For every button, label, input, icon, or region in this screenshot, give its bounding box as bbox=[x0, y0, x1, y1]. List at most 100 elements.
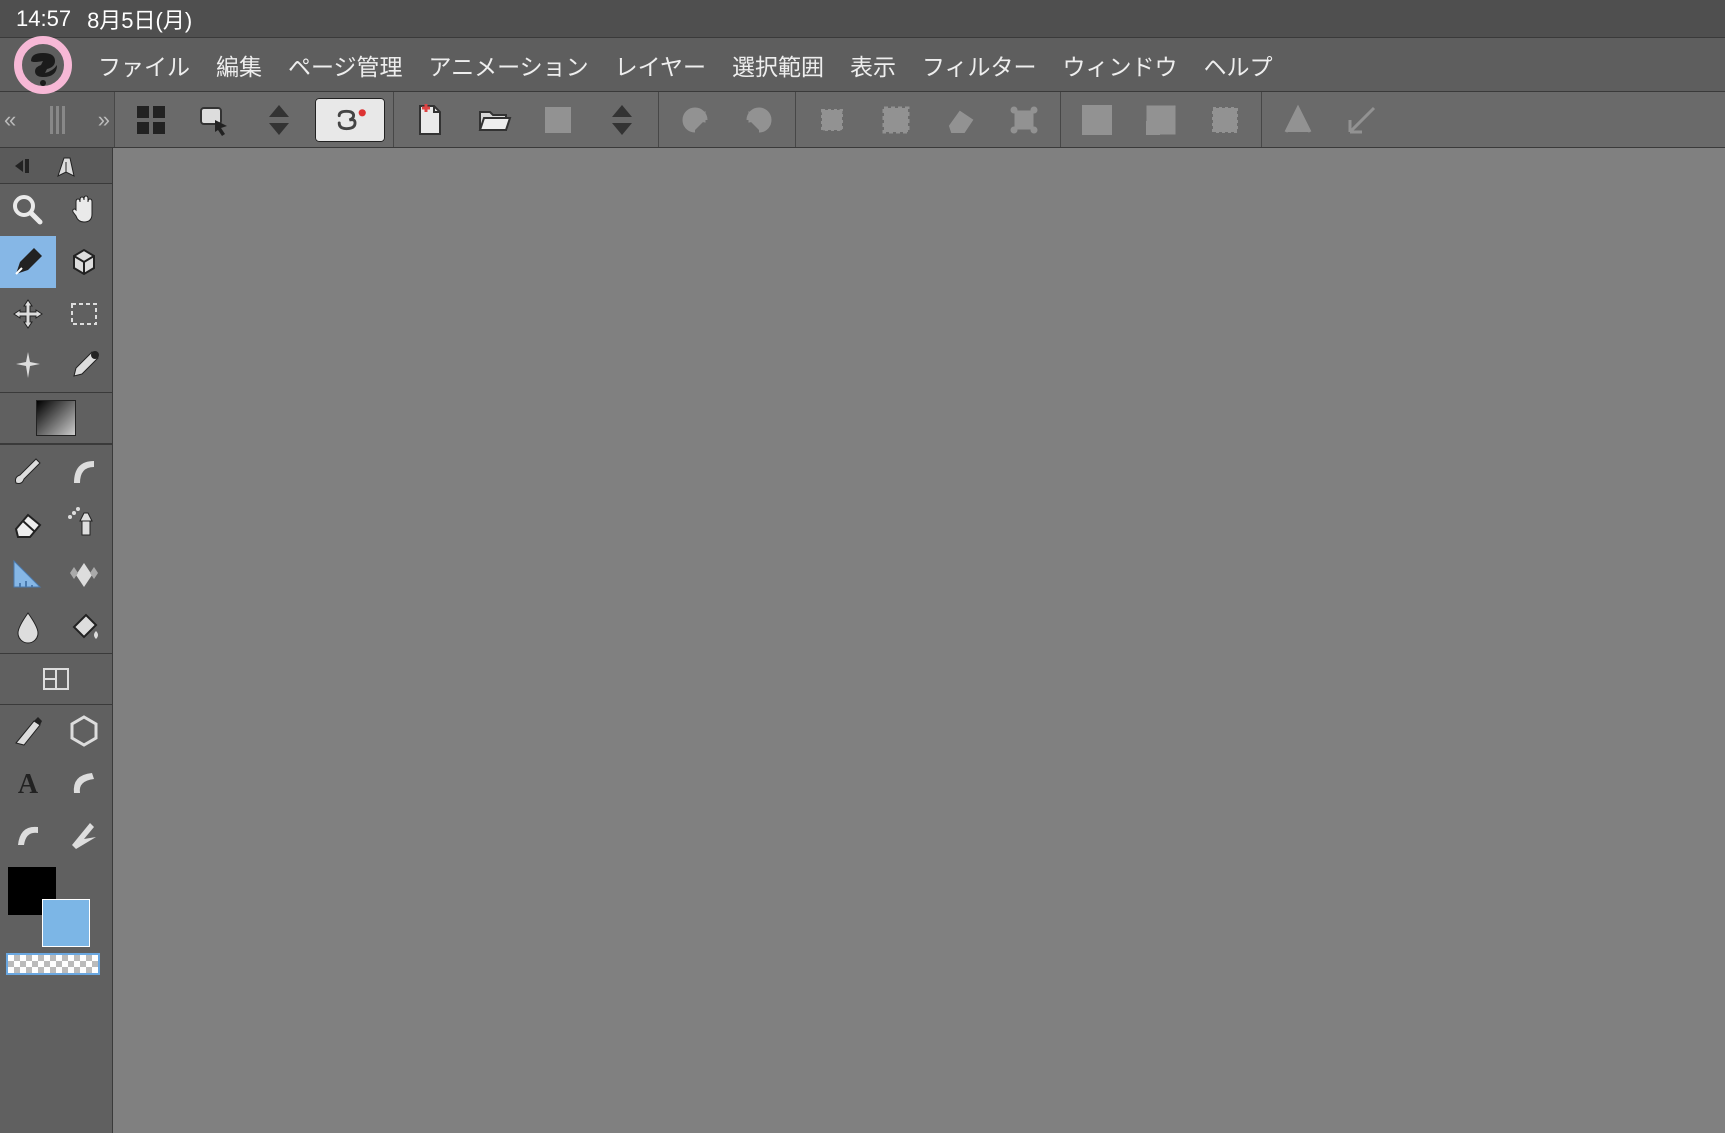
select-all-icon bbox=[878, 102, 914, 138]
eraser-tool[interactable] bbox=[0, 497, 56, 549]
cube-icon bbox=[66, 244, 102, 280]
clip-logo-rec-icon bbox=[332, 102, 368, 138]
transparent-color-swatch[interactable] bbox=[6, 953, 100, 975]
curve2-icon bbox=[10, 817, 46, 853]
frame-tool[interactable] bbox=[0, 653, 112, 705]
gradient-tool[interactable] bbox=[0, 392, 112, 444]
shape-tool[interactable] bbox=[56, 705, 112, 757]
clear-selection-button[interactable] bbox=[932, 98, 988, 142]
magic-wand-tool[interactable] bbox=[0, 340, 56, 392]
cmd-group-transform bbox=[1061, 92, 1262, 147]
clear-icon bbox=[942, 102, 978, 138]
menu-animation[interactable]: アニメーション bbox=[429, 48, 589, 82]
text-tool[interactable]: A bbox=[0, 757, 56, 809]
tool-grid-paint bbox=[0, 444, 112, 653]
hexagon-icon bbox=[66, 713, 102, 749]
ruler-tool[interactable] bbox=[0, 549, 56, 601]
eraser-icon bbox=[10, 505, 46, 541]
tool-grid-shape: A bbox=[0, 705, 112, 861]
fit-selection-button[interactable] bbox=[996, 98, 1052, 142]
open-folder-icon bbox=[476, 102, 512, 138]
pen-nib-icon bbox=[52, 152, 84, 180]
menu-window[interactable]: ウィンドウ bbox=[1063, 48, 1178, 82]
brush-tool[interactable] bbox=[0, 445, 56, 497]
menu-bar: ファイル 編集 ページ管理 アニメーション レイヤー 選択範囲 表示 フィルター… bbox=[0, 38, 1725, 92]
deselect-button[interactable] bbox=[804, 98, 860, 142]
hand-tool[interactable] bbox=[56, 184, 112, 236]
curve-icon bbox=[66, 453, 102, 489]
undo-icon bbox=[677, 102, 713, 138]
fit-icon bbox=[1006, 102, 1042, 138]
menu-view[interactable]: 表示 bbox=[850, 48, 896, 82]
cmd-group-file bbox=[394, 92, 659, 147]
clip-studio-logo-icon bbox=[23, 47, 63, 87]
menu-file[interactable]: ファイル bbox=[98, 48, 190, 82]
pen-tool[interactable] bbox=[0, 236, 56, 288]
nav-left-icon[interactable]: « bbox=[4, 107, 16, 133]
scale-down-button[interactable] bbox=[1069, 98, 1125, 142]
move-tool[interactable] bbox=[0, 288, 56, 340]
select-all-button[interactable] bbox=[868, 98, 924, 142]
stream-line-tool[interactable] bbox=[56, 809, 112, 861]
open-file-button[interactable] bbox=[466, 98, 522, 142]
stepper-2[interactable] bbox=[594, 98, 650, 142]
brush-icon bbox=[10, 453, 46, 489]
nav-right-icon[interactable]: » bbox=[98, 107, 110, 133]
frame-icon bbox=[38, 661, 74, 697]
decoration-tool[interactable] bbox=[56, 549, 112, 601]
tool-palette: A bbox=[0, 148, 113, 1133]
scale-down-icon bbox=[1079, 102, 1115, 138]
flash-arrow-icon bbox=[66, 817, 102, 853]
eyedropper-tool[interactable] bbox=[56, 340, 112, 392]
crop-button[interactable] bbox=[1197, 98, 1253, 142]
clock-time: 14:57 bbox=[16, 6, 71, 32]
snap-on-icon bbox=[1344, 102, 1380, 138]
ruler-icon bbox=[10, 557, 46, 593]
save-icon bbox=[540, 102, 576, 138]
marquee-tool[interactable] bbox=[56, 288, 112, 340]
redo-button[interactable] bbox=[731, 98, 787, 142]
app-logo-button[interactable] bbox=[14, 36, 72, 94]
menu-filter[interactable]: フィルター bbox=[922, 48, 1037, 82]
new-file-button[interactable] bbox=[402, 98, 458, 142]
stepper-1[interactable] bbox=[251, 98, 307, 142]
grip-icon[interactable] bbox=[50, 106, 65, 134]
undo-button[interactable] bbox=[667, 98, 723, 142]
background-color-swatch[interactable] bbox=[42, 899, 90, 947]
menu-selection[interactable]: 選択範囲 bbox=[732, 48, 824, 82]
3d-object-tool[interactable] bbox=[56, 236, 112, 288]
menu-edit[interactable]: 編集 bbox=[216, 48, 262, 82]
text-a-icon: A bbox=[10, 765, 46, 801]
color-swatch-area bbox=[0, 861, 112, 1001]
fill-bucket-tool[interactable] bbox=[56, 601, 112, 653]
collapse-subtool-button[interactable] bbox=[0, 148, 44, 183]
marquee-icon bbox=[66, 296, 102, 332]
diamond-pattern-icon bbox=[66, 557, 102, 593]
curve-brush-tool[interactable] bbox=[56, 445, 112, 497]
assets-button[interactable] bbox=[187, 98, 243, 142]
blend-tool[interactable] bbox=[0, 601, 56, 653]
line-correction-tool[interactable] bbox=[0, 809, 56, 861]
svg-text:A: A bbox=[18, 769, 39, 800]
balloon-tail-icon bbox=[66, 765, 102, 801]
gradient-icon bbox=[36, 400, 76, 436]
menu-layer[interactable]: レイヤー bbox=[615, 48, 706, 82]
clock-date: 8月5日(月) bbox=[87, 3, 192, 35]
save-button[interactable] bbox=[530, 98, 586, 142]
balloon-tool[interactable] bbox=[56, 757, 112, 809]
quick-access-button[interactable] bbox=[123, 98, 179, 142]
snap-ruler-button[interactable] bbox=[1334, 98, 1390, 142]
command-bar-navigator: « » bbox=[0, 92, 115, 147]
clip-record-button[interactable] bbox=[315, 98, 385, 142]
linework-tool[interactable] bbox=[0, 705, 56, 757]
snap-guide-button[interactable] bbox=[1270, 98, 1326, 142]
subtool-preview[interactable] bbox=[44, 152, 112, 180]
menu-page-management[interactable]: ページ管理 bbox=[288, 48, 403, 82]
canvas-area[interactable] bbox=[113, 148, 1725, 1133]
menu-help[interactable]: ヘルプ bbox=[1204, 48, 1273, 82]
zoom-tool[interactable] bbox=[0, 184, 56, 236]
scale-up-button[interactable] bbox=[1133, 98, 1189, 142]
airbrush-icon bbox=[66, 505, 102, 541]
airbrush-tool[interactable] bbox=[56, 497, 112, 549]
workspace: A bbox=[0, 148, 1725, 1133]
